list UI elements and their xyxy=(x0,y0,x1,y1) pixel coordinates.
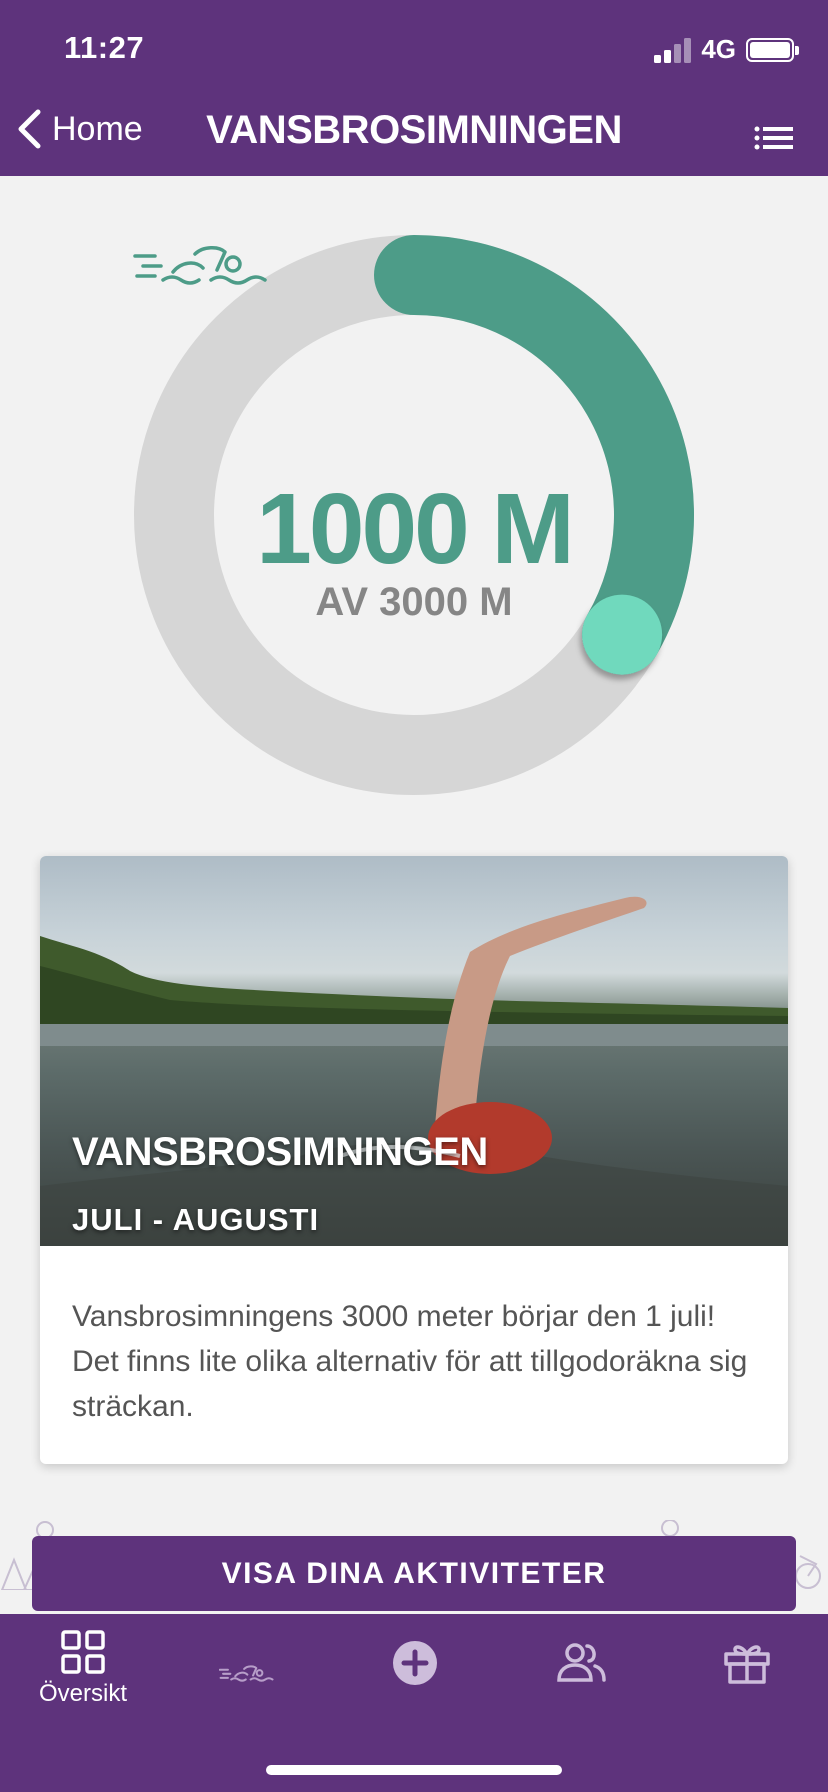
tab-swimming[interactable] xyxy=(166,1614,332,1734)
challenge-card[interactable]: VANSBROSIMNINGEN JULI - AUGUSTI Vansbros… xyxy=(40,856,788,1464)
home-indicator xyxy=(266,1765,562,1775)
network-label: 4G xyxy=(701,34,736,64)
signal-icon xyxy=(654,37,692,63)
people-icon xyxy=(557,1643,606,1682)
tab-friends[interactable] xyxy=(498,1614,664,1734)
distance-goal: AV 3000 M xyxy=(315,580,513,624)
swimmer-photo: VANSBROSIMNINGEN JULI - AUGUSTI xyxy=(40,856,788,1246)
page-title: VANSBROSIMNINGEN xyxy=(206,108,622,152)
swimmer-silhouette xyxy=(40,896,788,1246)
tab-rewards[interactable] xyxy=(664,1614,828,1734)
top-bar: 11:27 4G Home VANSBROSIMNINGEN xyxy=(0,0,828,176)
tab-label-overview: Översikt xyxy=(38,1680,127,1707)
card-title: VANSBROSIMNINGEN xyxy=(72,1130,488,1174)
plus-circle-icon xyxy=(393,1641,437,1685)
card-dates: JULI - AUGUSTI xyxy=(72,1202,320,1237)
gift-icon xyxy=(724,1645,770,1684)
tab-add-activity[interactable] xyxy=(332,1614,498,1734)
list-menu-button[interactable] xyxy=(754,124,794,159)
show-activities-button[interactable]: VISA DINA AKTIVITETER xyxy=(32,1536,796,1611)
card-description: Vansbrosimningens 3000 meter börjar den … xyxy=(72,1300,748,1423)
swimmer-icon xyxy=(133,246,267,285)
grid-icon xyxy=(61,1630,105,1674)
progress-ring: 1000 M AV 3000 M xyxy=(133,234,695,796)
tab-overview[interactable]: Översikt xyxy=(0,1614,166,1734)
list-icon xyxy=(754,126,793,150)
swimmer-icon xyxy=(219,1665,274,1682)
status-time: 11:27 xyxy=(64,30,145,65)
status-indicators: 4G xyxy=(654,34,799,65)
battery-icon xyxy=(746,37,799,62)
distance-value: 1000 M xyxy=(256,473,575,585)
